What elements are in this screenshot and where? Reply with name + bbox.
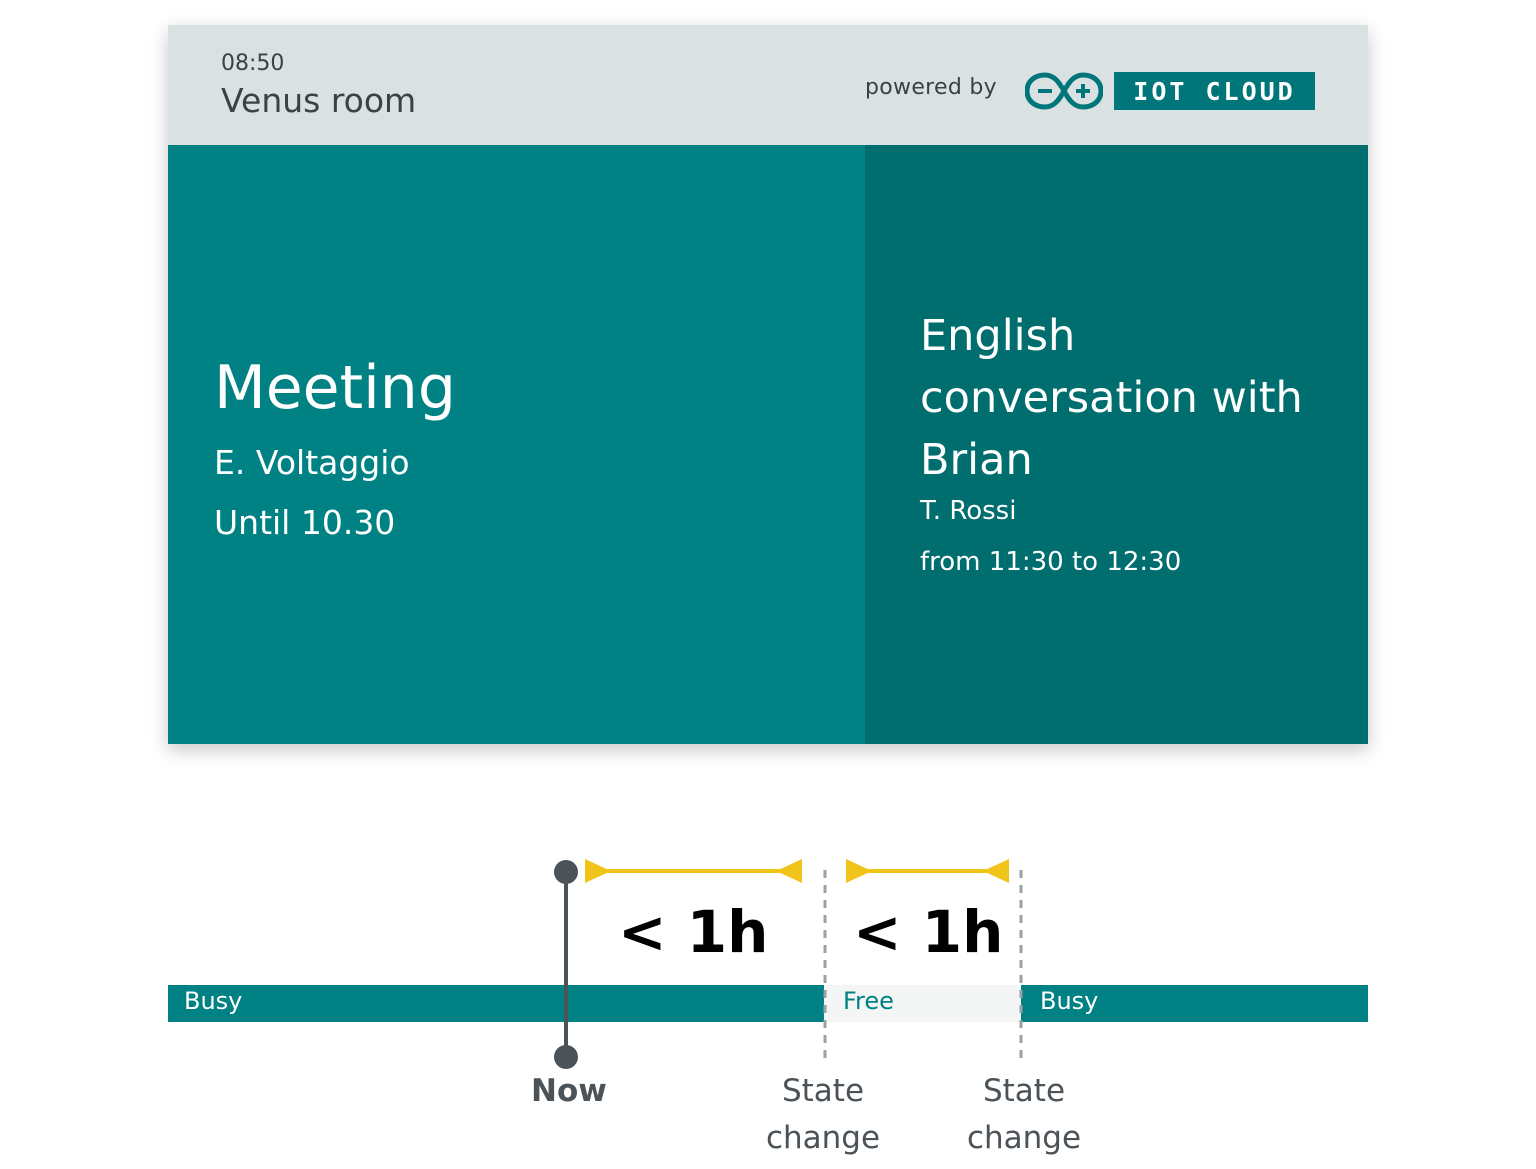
current-meeting-panel: Meeting E. Voltaggio Until 10.30	[168, 145, 865, 744]
iot-cloud-badge: IOT CLOUD	[1114, 72, 1315, 110]
current-meeting-until: Until 10.30	[214, 503, 396, 542]
timeline-diagram: < 1h < 1h Busy Free Busy Now State chang…	[0, 840, 1536, 1169]
busy-label-1: Busy	[184, 987, 243, 1015]
next-meeting-organizer: T. Rossi	[920, 496, 1017, 526]
arduino-infinity-logo-icon	[1025, 72, 1103, 110]
room-name: Venus room	[221, 81, 417, 120]
busy-segment-1	[168, 985, 824, 1022]
state-change-2-line-1: State	[982, 1073, 1066, 1109]
state-change-1-line-1: State	[781, 1073, 865, 1109]
now-label: Now	[531, 1073, 607, 1109]
now-marker-top-dot	[554, 860, 578, 884]
now-marker-bottom-dot	[554, 1045, 578, 1069]
clock: 08:50	[221, 51, 285, 76]
state-change-label-1: State change	[743, 1068, 903, 1162]
free-label: Free	[843, 987, 894, 1015]
next-meeting-title: English conversation with Brian	[920, 311, 1303, 485]
powered-by-label: powered by	[865, 75, 997, 100]
interval-arrow-1	[585, 859, 802, 883]
room-display: 08:50 Venus room powered by IOT CLOUD Me…	[168, 25, 1368, 744]
state-change-1-line-2: change	[765, 1120, 881, 1156]
next-meeting-time: from 11:30 to 12:30	[920, 547, 1182, 577]
interval-arrow-2	[846, 859, 1009, 883]
current-meeting-organizer: E. Voltaggio	[214, 443, 410, 482]
display-header: 08:50 Venus room powered by IOT CLOUD	[168, 25, 1368, 145]
state-change-2-line-2: change	[966, 1120, 1082, 1156]
interval-label-2: < 1h	[853, 898, 1004, 966]
interval-label-1: < 1h	[618, 898, 769, 966]
state-change-label-2: State change	[944, 1068, 1104, 1162]
next-meeting-panel: English conversation with Brian T. Rossi…	[865, 145, 1368, 744]
current-meeting-title: Meeting	[214, 353, 456, 423]
busy-label-2: Busy	[1040, 987, 1099, 1015]
